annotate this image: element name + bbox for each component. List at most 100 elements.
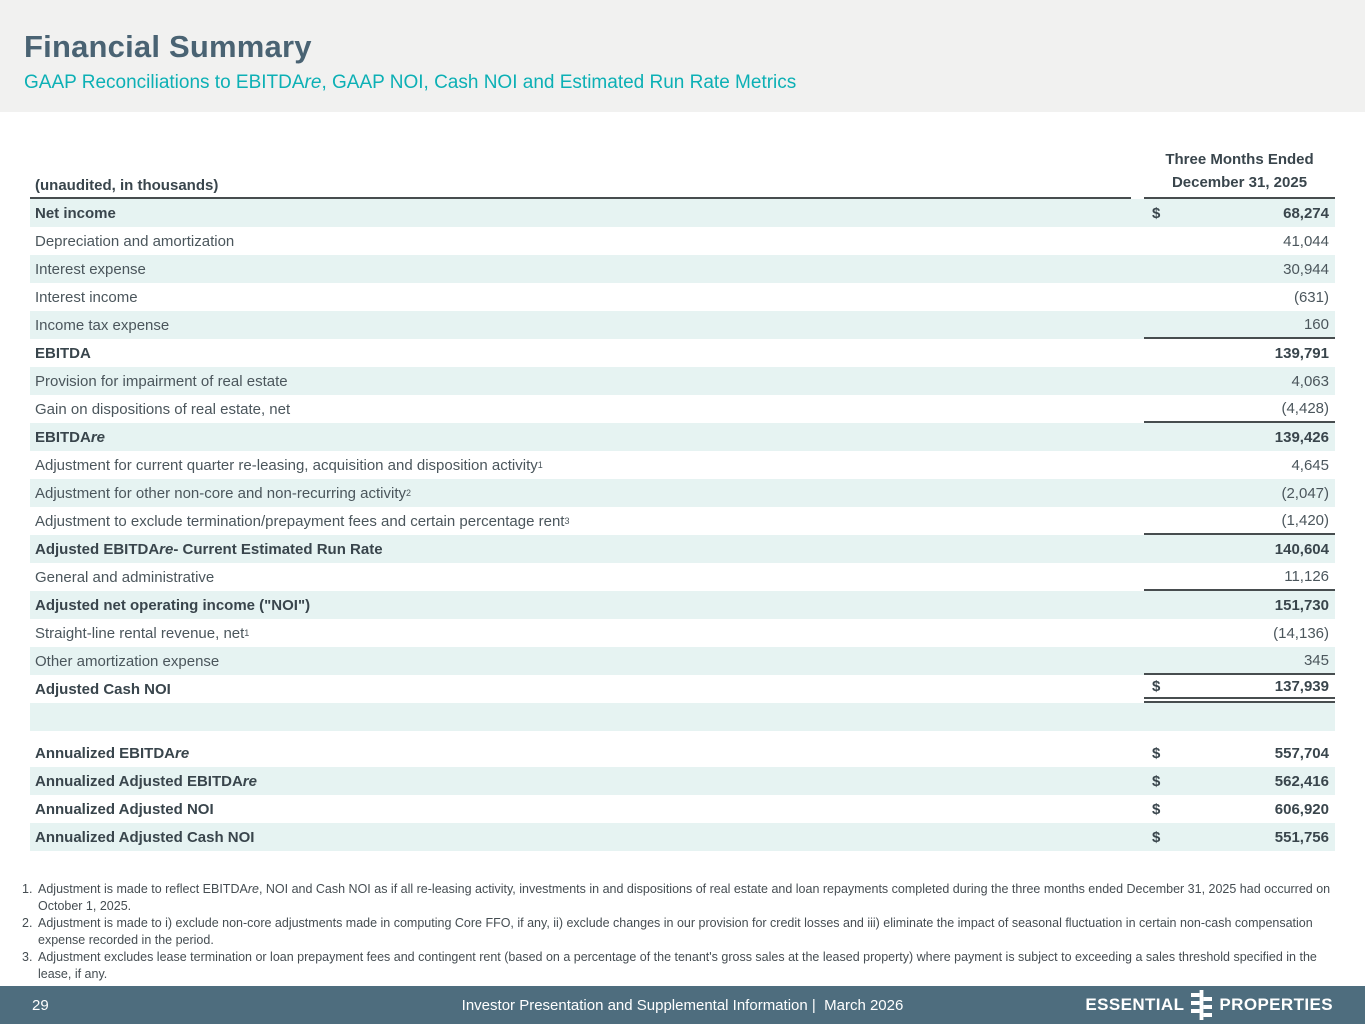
table-row: Income tax expense 160 bbox=[30, 311, 1335, 339]
row-label bbox=[30, 703, 1131, 731]
row-value: 151,730 bbox=[1144, 591, 1335, 619]
value-amount: 140,604 bbox=[1275, 541, 1335, 558]
row-value: 160 bbox=[1144, 311, 1335, 339]
row-value: $606,920 bbox=[1144, 795, 1335, 823]
table-row: Straight-line rental revenue, net1(14,13… bbox=[30, 619, 1335, 647]
table-row: Adjusted EBITDAre - Current Estimated Ru… bbox=[30, 535, 1335, 563]
table-row: EBITDAre139,426 bbox=[30, 423, 1335, 451]
section-gap bbox=[30, 731, 1335, 739]
row-label: Adjusted EBITDAre - Current Estimated Ru… bbox=[30, 535, 1131, 563]
value-amount: 139,791 bbox=[1275, 345, 1335, 362]
row-label: Annualized Adjusted NOI bbox=[30, 795, 1131, 823]
page-subtitle: GAAP Reconciliations to EBITDAre, GAAP N… bbox=[24, 71, 1341, 95]
footnote: 1.Adjustment is made to reflect EBITDAre… bbox=[22, 881, 1337, 915]
currency-symbol: $ bbox=[1144, 773, 1160, 790]
row-value bbox=[1144, 703, 1335, 731]
row-value: (631) bbox=[1144, 283, 1335, 311]
footnote-number: 3. bbox=[22, 949, 32, 966]
page-title: Financial Summary bbox=[24, 0, 1341, 64]
value-amount: 4,645 bbox=[1291, 457, 1335, 474]
value-amount: 30,944 bbox=[1283, 261, 1335, 278]
row-label: Interest income bbox=[30, 283, 1131, 311]
page-number: 29 bbox=[32, 997, 49, 1014]
row-label: Adjustment to exclude termination/prepay… bbox=[30, 507, 1131, 535]
table-row bbox=[30, 703, 1335, 731]
row-label: Annualized Adjusted EBITDAre bbox=[30, 767, 1131, 795]
table-row: Annualized Adjusted EBITDAre $562,416 bbox=[30, 767, 1335, 795]
logo-mark-icon bbox=[1191, 990, 1212, 1020]
currency-symbol: $ bbox=[1144, 205, 1160, 222]
table-row: Adjusted net operating income ("NOI") 151… bbox=[30, 591, 1335, 619]
row-value: $137,939 bbox=[1144, 675, 1335, 703]
value-amount: 606,920 bbox=[1275, 801, 1335, 818]
row-value: $557,704 bbox=[1144, 739, 1335, 767]
row-value: 11,126 bbox=[1144, 563, 1335, 591]
header-band: Financial Summary GAAP Reconciliations t… bbox=[0, 0, 1365, 112]
row-value: (4,428) bbox=[1144, 395, 1335, 423]
value-amount: 139,426 bbox=[1275, 429, 1335, 446]
table-row: Interest income (631) bbox=[30, 283, 1335, 311]
footnotes: 1.Adjustment is made to reflect EBITDAre… bbox=[22, 881, 1337, 983]
table-row: Annualized Adjusted NOI $606,920 bbox=[30, 795, 1335, 823]
value-amount: 11,126 bbox=[1284, 568, 1335, 585]
value-amount: (2,047) bbox=[1281, 485, 1335, 502]
table-row: Other amortization expense 345 bbox=[30, 647, 1335, 675]
value-amount: 562,416 bbox=[1275, 773, 1335, 790]
row-value: 139,791 bbox=[1144, 339, 1335, 367]
row-value: 30,944 bbox=[1144, 255, 1335, 283]
table-row: Adjustment for current quarter re-leasin… bbox=[30, 451, 1335, 479]
table-body: Net income $68,274 Depreciation and amorti… bbox=[30, 199, 1335, 851]
row-value: 345 bbox=[1144, 647, 1335, 675]
row-value: $68,274 bbox=[1144, 199, 1335, 227]
row-label: General and administrative bbox=[30, 563, 1131, 591]
row-label: Adjustment for other non-core and non-re… bbox=[30, 479, 1131, 507]
table-row: Adjustment for other non-core and non-re… bbox=[30, 479, 1335, 507]
row-label: EBITDA bbox=[30, 339, 1131, 367]
company-logo: ESSENTIAL PROPERTIES bbox=[1085, 990, 1333, 1020]
value-amount: (1,420) bbox=[1281, 512, 1335, 529]
table-row: Annualized Adjusted Cash NOI $551,756 bbox=[30, 823, 1335, 851]
row-label: Depreciation and amortization bbox=[30, 227, 1131, 255]
row-label: Income tax expense bbox=[30, 311, 1131, 339]
row-value: 41,044 bbox=[1144, 227, 1335, 255]
currency-symbol: $ bbox=[1144, 829, 1160, 846]
table-row: Gain on dispositions of real estate, net… bbox=[30, 395, 1335, 423]
period-header-line2: December 31, 2025 bbox=[1144, 171, 1335, 194]
footnote-text: Adjustment is made to reflect EBITDAre, … bbox=[38, 882, 1330, 913]
row-label: Adjusted Cash NOI bbox=[30, 675, 1131, 703]
value-amount: 551,756 bbox=[1275, 829, 1335, 846]
value-amount: 345 bbox=[1304, 652, 1335, 669]
row-label: Interest expense bbox=[30, 255, 1131, 283]
logo-text-right: PROPERTIES bbox=[1219, 995, 1333, 1015]
table-row: Interest expense 30,944 bbox=[30, 255, 1335, 283]
row-value: 140,604 bbox=[1144, 535, 1335, 563]
footnote-text: Adjustment is made to i) exclude non-cor… bbox=[38, 916, 1313, 947]
footnote-number: 2. bbox=[22, 915, 32, 932]
row-label: Net income bbox=[30, 199, 1131, 227]
value-amount: (631) bbox=[1294, 289, 1335, 306]
row-label: Adjusted net operating income ("NOI") bbox=[30, 591, 1131, 619]
currency-symbol: $ bbox=[1144, 801, 1160, 818]
row-value: $562,416 bbox=[1144, 767, 1335, 795]
table-row: Annualized EBITDAre $557,704 bbox=[30, 739, 1335, 767]
row-value: (14,136) bbox=[1144, 619, 1335, 647]
row-value: $551,756 bbox=[1144, 823, 1335, 851]
value-amount: 160 bbox=[1304, 316, 1335, 333]
footnote-text: Adjustment excludes lease termination or… bbox=[38, 950, 1317, 981]
table-header: (unaudited, in thousands) Three Months E… bbox=[30, 148, 1335, 199]
table-header-period: Three Months Ended December 31, 2025 bbox=[1144, 148, 1335, 199]
table-row: Adjusted Cash NOI $137,939 bbox=[30, 675, 1335, 703]
value-amount: 41,044 bbox=[1283, 233, 1335, 250]
logo-text-left: ESSENTIAL bbox=[1085, 995, 1184, 1015]
period-header-line1: Three Months Ended bbox=[1144, 148, 1335, 171]
row-label: Annualized EBITDAre bbox=[30, 739, 1131, 767]
row-value: (1,420) bbox=[1144, 507, 1335, 535]
table-row: General and administrative 11,126 bbox=[30, 563, 1335, 591]
row-label: Other amortization expense bbox=[30, 647, 1131, 675]
value-amount: (4,428) bbox=[1281, 400, 1335, 417]
footer-bar: 29 Investor Presentation and Supplementa… bbox=[0, 986, 1365, 1024]
table-row: Net income $68,274 bbox=[30, 199, 1335, 227]
table-row: Adjustment to exclude termination/prepay… bbox=[30, 507, 1335, 535]
row-label: Annualized Adjusted Cash NOI bbox=[30, 823, 1131, 851]
value-amount: 557,704 bbox=[1275, 745, 1335, 762]
